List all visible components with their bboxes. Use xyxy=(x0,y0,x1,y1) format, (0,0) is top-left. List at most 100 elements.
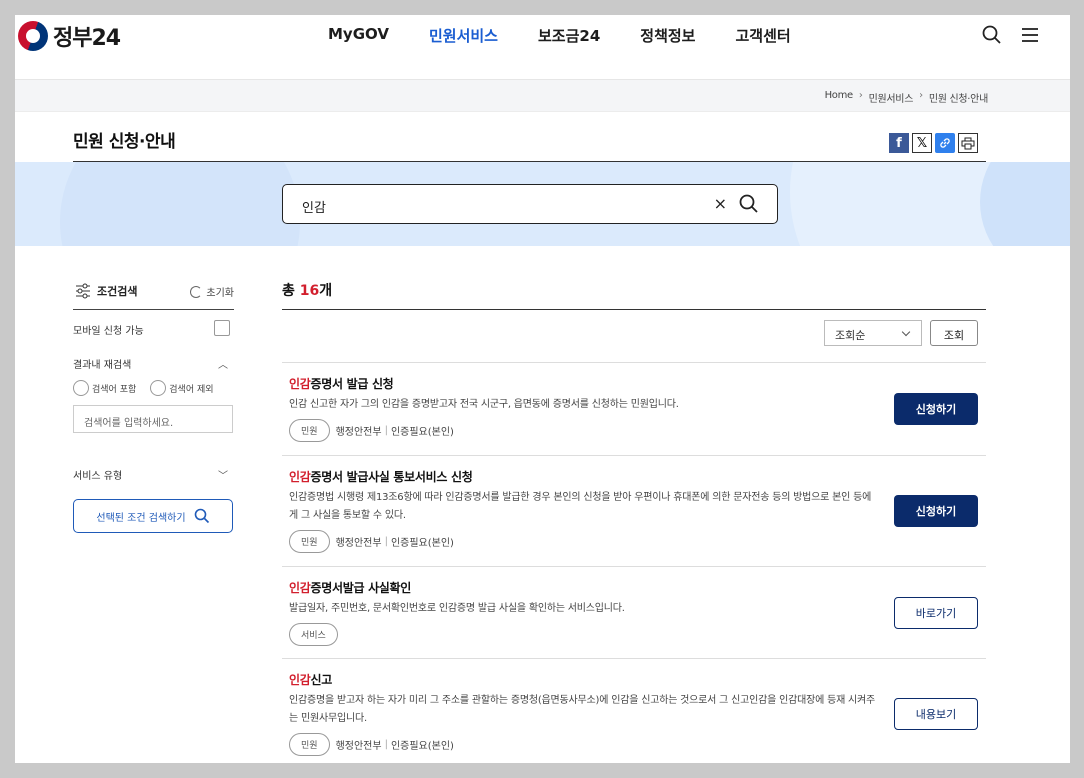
breadcrumb-bar: Home › 민원서비스 › 민원 신청·안내 xyxy=(15,79,1070,112)
nav-item-mygov[interactable]: MyGOV xyxy=(328,25,389,46)
result-title-highlight: 인감 xyxy=(289,377,311,391)
list-item: 인감신고 인감증명을 받고자 하는 자가 미리 그 주소를 관할하는 증명청(읍… xyxy=(282,659,986,763)
clear-search-icon[interactable]: × xyxy=(714,194,727,213)
search-icon xyxy=(194,508,209,524)
radio-include-label: 검색어 포함 xyxy=(92,384,137,395)
results-panel: 총 16개 조회순 조회 인감증명서 발급 신청 인감 신고한 자가 그의 인감… xyxy=(282,277,986,763)
taegeuk-logo-icon xyxy=(18,21,48,51)
nav-item-subsidy[interactable]: 보조금24 xyxy=(538,25,600,46)
result-type-badge: 민원 xyxy=(289,733,330,756)
chevron-right-icon: › xyxy=(919,90,923,101)
mobile-filter-checkbox[interactable] xyxy=(214,320,230,336)
result-description: 인감 신고한 자가 그의 인감을 증명받고자 전국 시군구, 읍면동에 증명서를… xyxy=(289,399,679,410)
result-count-suffix: 개 xyxy=(319,283,333,299)
menu-icon[interactable] xyxy=(1020,25,1040,45)
reset-button[interactable]: 초기화 xyxy=(190,284,234,299)
radio-include[interactable]: 검색어 포함 xyxy=(73,380,136,396)
nav-item-customer-center[interactable]: 고객센터 xyxy=(735,25,790,46)
service-type-label: 서비스 유형 xyxy=(73,471,123,482)
mobile-filter-row: 모바일 신청 가능 xyxy=(73,310,234,346)
result-title-rest: 신고 xyxy=(310,673,332,687)
refine-section-toggle[interactable]: 결과내 재검색 ︿ xyxy=(73,346,234,376)
nav-item-civil-service[interactable]: 민원서비스 xyxy=(429,25,498,46)
service-type-toggle[interactable]: 서비스 유형 ﹀ xyxy=(73,457,234,487)
chevron-right-icon: › xyxy=(858,90,863,101)
brand-name: 정부24 xyxy=(53,26,121,51)
divider: | xyxy=(384,425,388,436)
sort-apply-button[interactable]: 조회 xyxy=(930,320,978,346)
divider: | xyxy=(384,739,388,750)
search-input[interactable]: 인감 × xyxy=(282,184,778,224)
page-title: 민원 신청·안내 xyxy=(73,132,176,152)
divider: | xyxy=(384,536,388,547)
result-meta: 민원 행정안전부 | 인증필요(본인) xyxy=(289,419,986,442)
print-icon[interactable] xyxy=(958,133,978,153)
breadcrumb-home[interactable]: Home xyxy=(825,90,854,105)
nav-item-policy[interactable]: 정책정보 xyxy=(640,25,695,46)
radio-exclude[interactable]: 검색어 제외 xyxy=(150,380,214,396)
result-title[interactable]: 인감신고 xyxy=(289,671,986,688)
result-count-number: 16 xyxy=(299,283,320,299)
apply-button[interactable]: 신청하기 xyxy=(894,393,978,425)
apply-button[interactable]: 신청하기 xyxy=(894,495,978,527)
result-meta: 민원 행정안전부 | 인증필요(본인) xyxy=(289,530,986,553)
result-count-prefix: 총 xyxy=(282,283,300,299)
result-count: 총 16개 xyxy=(282,277,986,310)
mobile-filter-label: 모바일 신청 가능 xyxy=(73,326,144,337)
apply-filter-label: 선택된 조건 검색하기 xyxy=(96,512,186,524)
result-title-rest: 증명서 발급사실 통보서비스 신청 xyxy=(310,470,473,484)
page: 정부24 MyGOV 민원서비스 보조금24 정책정보 고객센터 Home › … xyxy=(15,15,1070,763)
result-title-rest: 증명서발급 사실확인 xyxy=(310,581,412,595)
refine-search-input[interactable]: 검색어를 입력하세요. xyxy=(73,405,233,433)
result-title[interactable]: 인감증명서 발급사실 통보서비스 신청 xyxy=(289,468,986,485)
header-actions xyxy=(982,25,1040,45)
refresh-icon xyxy=(190,285,203,298)
result-org: 행정안전부 xyxy=(335,741,382,752)
view-details-button[interactable]: 내용보기 xyxy=(894,698,978,730)
list-item: 인감증명서발급 사실확인 발급일자, 주민번호, 문서확인번호로 인감증명 발급… xyxy=(282,567,986,659)
facebook-icon[interactable]: f xyxy=(889,133,909,153)
result-type-badge: 민원 xyxy=(289,419,330,442)
apply-filter-button[interactable]: 선택된 조건 검색하기 xyxy=(73,499,233,533)
go-button[interactable]: 바로가기 xyxy=(894,597,978,629)
result-auth: 인증필요(본인) xyxy=(390,427,454,438)
result-meta: 서비스 xyxy=(289,623,986,646)
result-description: 인감증명법 시행령 제13조6항에 따라 인감증명서를 발급한 경우 본인의 신… xyxy=(289,492,872,521)
chevron-up-icon: ︿ xyxy=(218,360,228,371)
x-icon[interactable]: 𝕏 xyxy=(912,133,932,153)
breadcrumb-civil-service[interactable]: 민원서비스 xyxy=(869,90,914,105)
search-icon[interactable] xyxy=(982,25,1002,45)
global-header: 정부24 MyGOV 민원서비스 보조금24 정책정보 고객센터 xyxy=(15,15,1070,79)
result-title-highlight: 인감 xyxy=(289,470,311,484)
refine-options: 검색어 포함 검색어 제외 xyxy=(73,380,234,396)
result-title[interactable]: 인감증명서 발급 신청 xyxy=(289,375,986,392)
result-title-highlight: 인감 xyxy=(289,581,311,595)
radio-exclude-label: 검색어 제외 xyxy=(169,384,214,395)
list-item: 인감증명서 발급 신청 인감 신고한 자가 그의 인감을 증명받고자 전국 시군… xyxy=(282,363,986,456)
result-description: 인감증명을 받고자 하는 자가 미리 그 주소를 관할하는 증명청(읍면동사무소… xyxy=(289,695,876,724)
result-auth: 인증필요(본인) xyxy=(390,538,454,549)
filter-panel: 조건검색 초기화 모바일 신청 가능 결과내 재검색 ︿ 검색어 포함 검색어 … xyxy=(73,273,234,533)
result-title[interactable]: 인감증명서발급 사실확인 xyxy=(289,579,986,596)
chevron-down-icon: ﹀ xyxy=(218,471,228,482)
result-type-badge: 민원 xyxy=(289,530,330,553)
radio-circle xyxy=(150,380,167,396)
breadcrumb-current: 민원 신청·안내 xyxy=(928,94,988,105)
sort-select[interactable]: 조회순 xyxy=(824,320,922,346)
result-org: 행정안전부 xyxy=(335,538,382,549)
result-title-rest: 증명서 발급 신청 xyxy=(310,377,394,391)
link-icon[interactable] xyxy=(935,133,955,153)
result-auth: 인증필요(본인) xyxy=(390,741,454,752)
decor-circle xyxy=(60,162,300,246)
result-title-highlight: 인감 xyxy=(289,673,311,687)
filter-header: 조건검색 초기화 xyxy=(73,273,234,310)
search-submit-icon[interactable] xyxy=(739,194,759,218)
result-org: 행정안전부 xyxy=(335,427,382,438)
decor-circle xyxy=(980,162,1070,246)
sort-row: 조회순 조회 xyxy=(282,310,986,363)
filter-icon xyxy=(75,283,91,303)
title-row: 민원 신청·안내 f 𝕏 xyxy=(73,127,986,162)
brand-logo[interactable]: 정부24 xyxy=(18,20,121,52)
result-meta: 민원 행정안전부 | 인증필요(본인) xyxy=(289,733,986,756)
result-type-badge: 서비스 xyxy=(289,623,338,646)
